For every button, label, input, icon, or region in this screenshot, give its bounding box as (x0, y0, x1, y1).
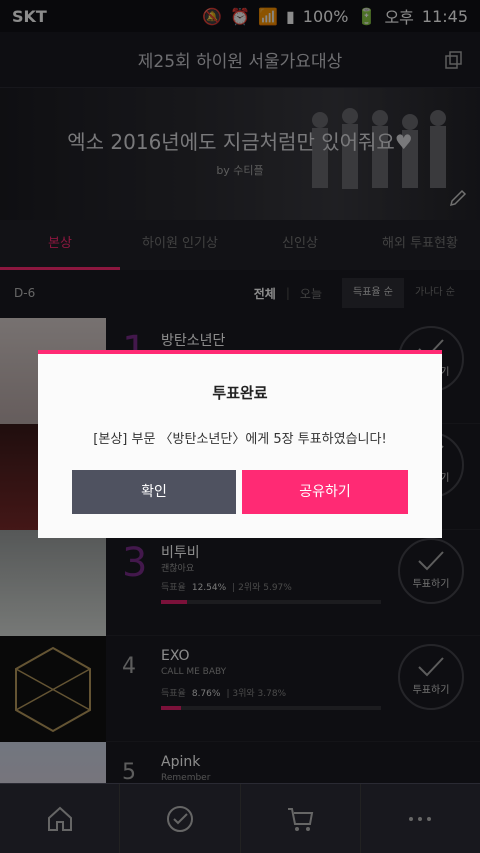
more-icon (409, 816, 432, 821)
bottom-nav (0, 783, 480, 853)
check-icon (166, 805, 193, 832)
home-icon (47, 806, 72, 831)
confirm-button[interactable]: 확인 (72, 470, 236, 514)
dialog-message: [본상] 부문 〈방탄소년단〉에게 5장 투표하였습니다! (93, 432, 387, 447)
vote-complete-dialog: 투표완료 [본상] 부문 〈방탄소년단〉에게 5장 투표하였습니다! 확인 공유… (38, 350, 442, 538)
nav-home[interactable] (0, 784, 121, 853)
nav-vote[interactable] (120, 784, 241, 853)
share-button[interactable]: 공유하기 (242, 470, 408, 514)
nav-cart[interactable] (241, 784, 361, 853)
dialog-title: 투표완료 (212, 384, 268, 402)
cart-icon (288, 807, 314, 831)
nav-more[interactable] (361, 784, 480, 853)
